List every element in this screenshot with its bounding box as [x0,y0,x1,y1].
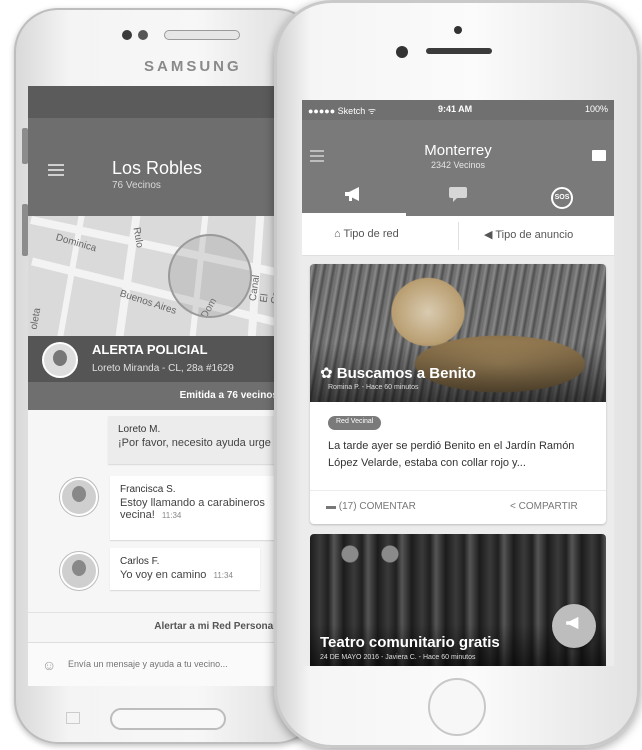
samsung-screen: Los Robles 76 Vecinos Dominica Rulo Cana… [28,86,298,686]
message-bubble: Francisca S. Estoy llamando a carabinero… [110,476,290,540]
message-text: Yo voy en camino [120,569,207,581]
post-meta: Romina P. - Hace 60 minutos [328,384,419,391]
home-button[interactable] [428,678,486,736]
comment-label: (17) COMENTAR [338,501,416,512]
message-composer: ☺ [28,642,298,686]
earpiece-speaker [426,48,492,54]
community-title: Monterrey [424,142,492,159]
divider [458,222,459,250]
filter-bar: ⌂ Tipo de red ◀ Tipo de anuncio [302,216,614,256]
message-text: ¡Por favor, necesito ayuda urge [118,437,271,449]
app-header: Los Robles 76 Vecinos [28,118,298,216]
paw-icon: ✿ [320,365,337,382]
chat-icon [449,187,467,202]
iphone-screen: ●●●●● Sketch ᯤ 9:41 AM 100% Monterrey 23… [302,100,614,666]
post-title: ✿ Buscamos a Benito [320,364,476,382]
emoji-icon[interactable]: ☺ [42,657,56,673]
alert-radius-circle [168,234,252,318]
sos-icon: SOS [551,187,573,209]
front-camera [396,46,408,58]
message-bubble: Loreto M. ¡Por favor, necesito ayuda urg… [108,416,298,464]
share-icon: < [510,501,519,512]
message-text: Estoy llamando a carabineros vecina! [120,497,265,521]
neighbors-count: 2342 Vecinos [430,160,486,170]
map-view[interactable]: Dominica Rulo Canal El Carmen Buenos Air… [28,216,298,336]
megaphone-icon [566,616,579,630]
app-header: Monterrey 2342 Vecinos SOS [302,120,614,216]
police-alert-banner[interactable]: ALERTA POLICIAL Loreto Miranda - CL, 28a… [28,336,298,382]
post-photo: ✿ Buscamos a Benito Romina P. - Hace 60 … [310,264,606,402]
iphone-phone: ●●●●● Sketch ᯤ 9:41 AM 100% Monterrey 23… [274,0,640,748]
filter-label: Tipo de red [343,228,399,240]
alert-title: ALERTA POLICIAL [92,342,208,357]
post-text: La tarde ayer se perdió Benito en el Jar… [328,440,575,469]
proximity-sensor [454,26,462,34]
avatar [42,342,78,378]
recent-apps-icon[interactable] [66,712,80,724]
map-label: oleta [28,307,44,331]
alert-personal-network-button[interactable]: Alertar a mi Red Personal [28,612,298,640]
share-button[interactable]: < COMPARTIR [510,501,578,512]
network-badge: Red Vecinal [328,416,382,430]
message-input[interactable] [68,653,290,675]
message-bubble: Carlos F. Yo voy en camino 11:34 [110,548,260,590]
share-label: COMPARTIR [518,501,578,512]
tab-announcements[interactable] [302,182,406,216]
status-bar [28,86,298,118]
network-type-filter[interactable]: ⌂ Tipo de red [334,228,399,240]
post-card[interactable]: Teatro comunitario gratis 24 DE MAYO 201… [310,534,606,666]
proximity-sensor [138,30,148,40]
message-sender: Carlos F. [120,556,160,567]
comment-button[interactable]: ▬ (17) COMENTAR [326,501,416,512]
brand-logo: SAMSUNG [144,58,242,75]
megaphone-icon: ◀ [484,229,496,241]
megaphone-icon [345,187,359,201]
new-announcement-button[interactable] [552,604,596,648]
message-time: 11:34 [161,511,182,520]
filter-label: Tipo de anuncio [495,229,574,241]
alert-emitted-label: Emitida a 76 vecinos [28,382,298,410]
community-title: Los Robles [112,158,203,178]
post-meta: 24 DE MAYO 2016 - Javiera C. - Hace 60 m… [320,654,476,661]
earpiece-speaker [164,30,240,40]
carrier-signal: ●●●●● Sketch ᯤ [308,106,376,116]
avatar [60,478,98,516]
post-title-text: Buscamos a Benito [336,365,476,382]
post-title: Teatro comunitario gratis [320,634,500,651]
hamburger-menu-icon[interactable] [48,164,64,179]
neighbors-count: 76 Vecinos [112,180,161,191]
home-button[interactable] [110,708,226,730]
status-bar: ●●●●● Sketch ᯤ 9:41 AM 100% [302,100,614,120]
alert-address: Loreto Miranda - CL, 28a #1629 [92,363,234,374]
avatar [60,552,98,590]
comment-icon: ▬ [326,501,339,512]
map-label: Rulo [130,226,145,249]
battery-level: 100% [584,104,608,114]
tab-chat[interactable] [406,182,510,216]
mail-icon[interactable] [592,150,606,161]
message-sender: Francisca S. [120,484,176,495]
post-card[interactable]: ✿ Buscamos a Benito Romina P. - Hace 60 … [310,264,606,524]
home-icon: ⌂ [334,228,344,240]
status-time: 9:41 AM [438,104,473,114]
message-time: 11:34 [213,571,233,580]
announcement-type-filter[interactable]: ◀ Tipo de anuncio [484,228,573,241]
post-actions: ▬ (17) COMENTAR < COMPARTIR [310,490,606,524]
tab-sos[interactable]: SOS [510,182,614,216]
message-sender: Loreto M. [118,424,161,435]
front-camera [122,30,132,40]
